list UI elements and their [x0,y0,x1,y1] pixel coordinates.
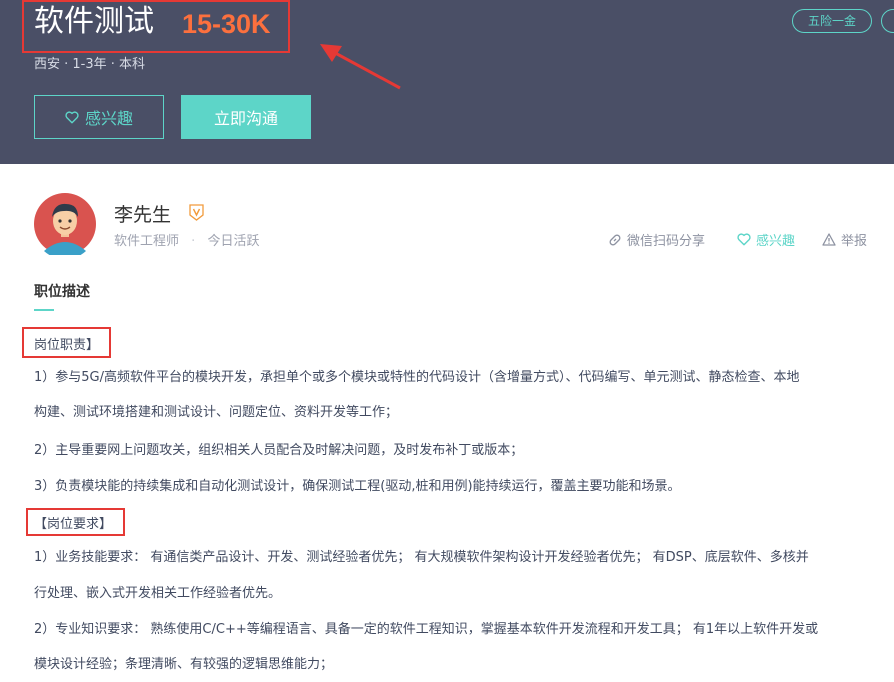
recruiter-position: 软件工程师 [114,234,180,249]
benefit-tag-2 [881,9,894,33]
job-meta: 西安 · 1-3年 · 本科 [34,57,146,72]
requirement-line: 2）专业知识要求： 熟练使用C/C++等编程语言、具备一定的软件工程知识，掌握基… [34,622,819,637]
annotation-box-title [22,0,290,53]
duty-line: 构建、测试环境搭建和测试设计、问题定位、资料开发等工作； [34,405,399,420]
recruiter-activity: 今日活跃 [207,234,260,249]
duty-line: 1）参与5G/高频软件平台的模块开发，承担单个或多个模块或特性的代码设计（含增量… [34,370,800,385]
requirement-line: 行处理、嵌入式开发相关工作经验者优先。 [34,586,282,601]
interest-link-label: 感兴趣 [756,234,796,249]
recruiter-meta: 软件工程师 · 今日活跃 [114,230,259,249]
duties-heading: 岗位职责】 [34,338,100,353]
requirement-line: 模块设计经验；条理清晰、有较强的逻辑思维能力； [34,657,334,672]
share-label: 微信扫码分享 [627,234,706,249]
recruiter-name: 李先生 [114,204,172,226]
requirements-heading: 【岗位要求】 [34,517,113,532]
warning-icon [822,233,836,246]
chat-now-button[interactable]: 立即沟通 [181,95,311,139]
interest-button-label: 感兴趣 [84,109,133,128]
benefit-tag: 五险一金 [792,9,872,33]
heart-icon [737,233,751,246]
requirement-line: 1）业务技能要求： 有通信类产品设计、开发、测试经验者优先； 有大规模软件架构设… [34,550,809,565]
interest-link[interactable]: 感兴趣 [737,230,795,249]
section-underline [34,309,54,311]
duty-line: 2）主导重要网上问题攻关，组织相关人员配合及时解决问题，及时发布补丁或版本； [34,443,524,458]
link-icon [609,234,621,245]
heart-icon [65,110,79,123]
report-label: 举报 [841,234,868,249]
job-header: 软件测试 15-30K 西安 · 1-3年 · 本科 五险一金 感兴趣 立即沟通 [0,0,894,164]
meta-separator: · [191,234,196,249]
report-link[interactable]: 举报 [822,230,867,249]
section-title: 职位描述 [34,284,90,300]
share-link[interactable]: 微信扫码分享 [608,230,705,249]
annotation-arrow [320,44,401,90]
duty-line: 3）负责模块能的持续集成和自动化测试设计，确保测试工程(驱动,桩和用例)能持续运… [34,479,681,494]
recruiter-avatar [34,193,96,255]
interest-button[interactable]: 感兴趣 [34,95,164,139]
verified-badge-icon [189,204,204,221]
